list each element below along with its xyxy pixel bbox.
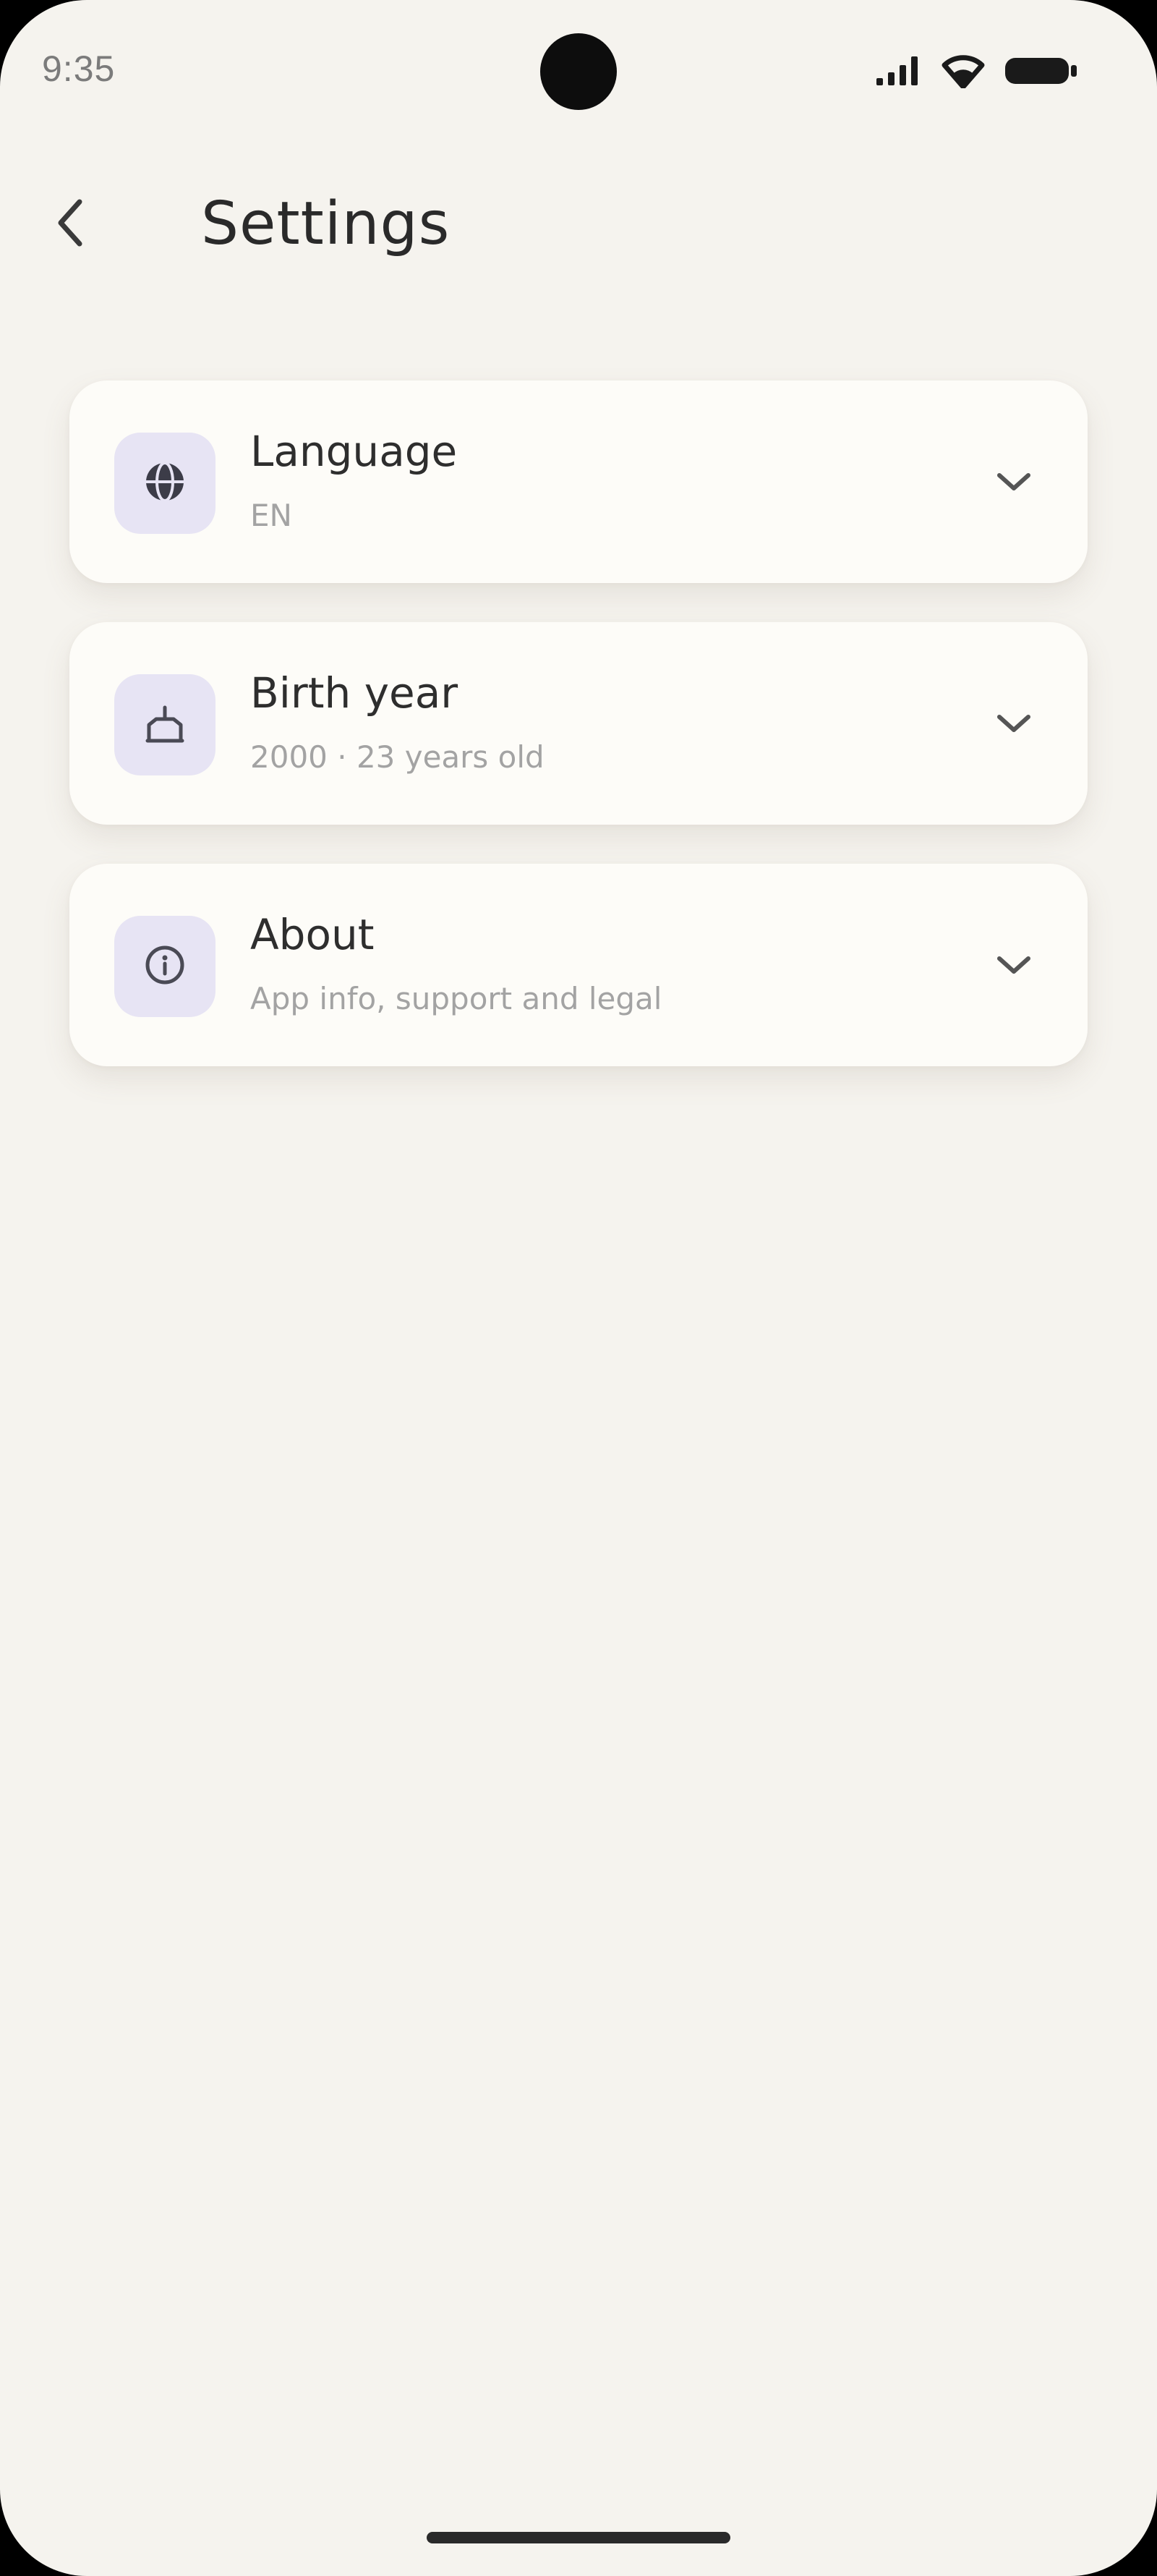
status-time: 9:35 xyxy=(42,48,116,89)
language-setting-card[interactable]: Language EN xyxy=(69,381,1088,583)
info-icon xyxy=(142,942,188,992)
birth-year-title: Birth year xyxy=(250,668,458,718)
signal-icon xyxy=(875,55,923,87)
language-value: EN xyxy=(250,498,292,533)
wifi-icon xyxy=(942,54,985,88)
battery-icon xyxy=(1004,55,1079,87)
about-icon-tile xyxy=(114,916,215,1017)
chevron-down-icon xyxy=(992,702,1036,745)
birth-year-value: 2000 · 23 years old xyxy=(250,739,545,775)
language-title: Language xyxy=(250,427,458,476)
camera-cutout xyxy=(540,33,617,110)
about-description: App info, support and legal xyxy=(250,981,662,1016)
globe-icon xyxy=(142,459,188,509)
birth-year-icon-tile xyxy=(114,674,215,775)
language-icon-tile xyxy=(114,433,215,534)
app-header: Settings xyxy=(0,166,1157,282)
status-bar: 9:35 xyxy=(0,0,1157,145)
back-button[interactable] xyxy=(38,188,103,260)
chevron-down-icon xyxy=(992,460,1036,503)
back-arrow-icon xyxy=(54,197,87,252)
birth-year-setting-card[interactable]: Birth year 2000 · 23 years old xyxy=(69,622,1088,825)
settings-screen: 9:35 Settings Language EN Birth year 200… xyxy=(0,0,1157,2576)
settings-list: Language EN Birth year 2000 · 23 years o… xyxy=(69,381,1088,1105)
chevron-down-icon xyxy=(992,943,1036,987)
status-icons xyxy=(875,49,1079,93)
about-title: About xyxy=(250,910,375,959)
cake-icon xyxy=(142,700,188,750)
home-indicator[interactable] xyxy=(427,2532,730,2543)
page-title: Settings xyxy=(201,190,451,258)
about-setting-card[interactable]: About App info, support and legal xyxy=(69,864,1088,1066)
